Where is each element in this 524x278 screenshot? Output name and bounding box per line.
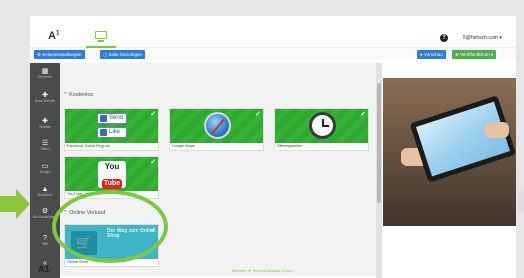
tile-caption: Facebook Social Plug-ins <box>67 144 110 148</box>
sidebar-item-label: Hilfe <box>41 242 49 246</box>
top-header: A1 ? 5@hehsch.com ▾ <box>30 16 516 48</box>
compass-icon <box>204 112 231 139</box>
left-sidebar: ▦ Elemente ✚ Neue Website ✚ Website ☰ Se… <box>30 63 60 278</box>
facebook-like-icon: Like <box>97 127 127 138</box>
sidebar-item-elements[interactable]: ▦ Elemente <box>30 68 60 80</box>
sidebar-item-label: Website <box>39 125 51 129</box>
logo-sup: 1 <box>55 30 60 37</box>
website-preview[interactable] <box>383 63 516 278</box>
section-free[interactable]: ⌃ Kostenlos <box>63 92 93 98</box>
sidebar-item-label: Elemente <box>38 75 52 79</box>
google-maps-thumbnail <box>170 109 263 143</box>
facebook-glyph-icon <box>100 115 107 122</box>
tile-caption: Google Maps <box>172 144 195 148</box>
sidebar-item-website[interactable]: ✚ Website <box>30 118 60 130</box>
preview-button[interactable]: ● Vorschau <box>417 50 446 59</box>
add-page-button[interactable]: ▢ Seite hinzufügen <box>100 50 146 59</box>
facebook-send-icon: Send <box>97 113 127 124</box>
tile-caption: Öffnungszeiten <box>277 144 303 148</box>
monitor-icon <box>95 31 107 42</box>
footer-text: Member of Telekom Austria Group <box>232 268 293 273</box>
footer-logo: A1 <box>38 264 50 274</box>
like-label: Like <box>109 129 121 135</box>
checkmark-icon: ✓ <box>360 111 366 118</box>
youtube-thumbnail: You Tube <box>65 157 158 191</box>
user-menu[interactable]: 5@hehsch.com ▾ <box>463 35 502 41</box>
youtube-logo-tube: Tube <box>101 179 123 189</box>
gallery-scrollbar[interactable] <box>376 63 382 278</box>
youtube-logo-you: You <box>104 162 120 171</box>
sidebar-item-label: Neue Website <box>35 99 55 103</box>
scrollbar-thumb[interactable] <box>377 83 381 203</box>
checkmark-icon: ✓ <box>150 159 156 166</box>
section-free-label: Kostenlos <box>69 92 94 98</box>
help-icon[interactable]: ? <box>440 34 448 42</box>
pointer-arrow-head <box>16 189 30 219</box>
clock-icon <box>309 112 336 139</box>
logo-text: A <box>48 30 56 42</box>
a1-logo[interactable]: A1 <box>48 30 59 42</box>
highlight-circle <box>52 190 168 263</box>
tablet-image <box>409 95 516 183</box>
widget-tile-opening-hours[interactable]: ✓ Öffnungszeiten <box>274 108 369 151</box>
checkmark-icon: ✓ <box>150 111 156 118</box>
widget-tile-google-maps[interactable]: ✓ Google Maps <box>169 108 264 151</box>
sidebar-item-label: Seiten <box>40 147 50 151</box>
checkmark-icon: ✓ <box>255 111 261 118</box>
sidebar-item-pages[interactable]: ☰ Seiten <box>30 140 60 152</box>
editor-toolbar: ⚙ Seiteneinstellungen ▢ Seite hinzufügen… <box>30 48 516 60</box>
youtube-logo-icon: You Tube <box>98 161 126 189</box>
sidebar-item-design[interactable]: ▭ Design <box>30 163 60 175</box>
opening-hours-thumbnail <box>275 109 368 143</box>
hand-right <box>485 122 509 138</box>
sidebar-item-new-website[interactable]: ✚ Neue Website <box>30 92 60 104</box>
page-settings-button[interactable]: ⚙ Seiteneinstellungen <box>34 50 85 59</box>
tile-caption: Online Store <box>67 260 89 264</box>
sidebar-item-label: Design <box>40 170 50 174</box>
send-label: Send <box>109 115 124 121</box>
screenshot-frame: A1 ? 5@hehsch.com ▾ ⚙ Seiteneinstellunge… <box>0 0 524 278</box>
sidebar-item-media[interactable]: ▲ Mediathek <box>30 186 60 198</box>
facebook-thumbnail: Send Like <box>65 109 158 143</box>
pointer-arrow-icon <box>0 196 16 212</box>
tab-website-editor[interactable] <box>86 28 116 48</box>
publish-button[interactable]: ⊕ Veröffentlichen ▾ <box>452 50 497 59</box>
sidebar-item-label: Mediathek <box>37 193 53 197</box>
widget-tile-facebook[interactable]: Send Like ✓ Facebook Social Plug-ins <box>64 108 159 151</box>
preview-hero-image <box>383 78 516 226</box>
right-edge-marker <box>518 191 524 213</box>
thumbs-up-icon <box>100 129 107 136</box>
